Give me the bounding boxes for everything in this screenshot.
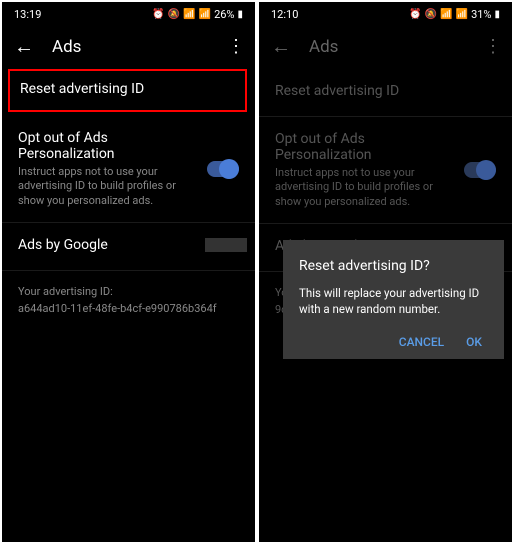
dialog-actions: CANCEL OK [299,335,488,349]
status-bar: 13:19 ⏰ 🔕 📶 📶 26% ▮ [2,2,255,24]
app-header: ← Ads ⋮ [259,24,512,69]
wifi-icon: 📶 [440,9,452,20]
dialog-title: Reset advertising ID? [299,258,488,274]
opt-out-subtitle: Instruct apps not to use your advertisin… [275,166,454,209]
app-header: ← Ads ⋮ [2,24,255,69]
page-title: Ads [309,37,466,57]
reset-advertising-id-row: Reset advertising ID [259,69,512,117]
opt-out-row: Opt out of Ads Personalization Instruct … [259,117,512,224]
battery-icon: ▮ [494,9,500,20]
opt-out-toggle [464,162,496,178]
status-time: 12:10 [271,8,298,21]
opt-out-subtitle: Instruct apps not to use your advertisin… [18,165,197,208]
battery-percent: 31% [471,8,491,21]
reset-confirm-dialog: Reset advertising ID? This will replace … [283,240,504,359]
opt-out-title: Opt out of Ads Personalization [275,131,454,163]
dialog-body: This will replace your advertising ID wi… [299,286,488,317]
opt-out-toggle[interactable] [207,161,239,177]
phone-screen-right: 12:10 ⏰ 🔕 📶 📶 31% ▮ ← Ads ⋮ Reset advert… [259,2,512,542]
cancel-button[interactable]: CANCEL [399,335,444,349]
overflow-menu-icon: ⋮ [484,36,500,57]
battery-icon: ▮ [237,9,243,20]
page-title: Ads [52,37,209,57]
redaction-block [205,238,247,252]
opt-out-title: Opt out of Ads Personalization [18,130,197,162]
reset-label: Reset advertising ID [20,81,235,97]
alarm-icon: ⏰ [409,9,421,20]
opt-out-row[interactable]: Opt out of Ads Personalization Instruct … [2,116,255,223]
ok-button[interactable]: OK [466,335,482,349]
phone-screen-left: 13:19 ⏰ 🔕 📶 📶 26% ▮ ← Ads ⋮ Reset advert… [2,2,255,542]
reset-label: Reset advertising ID [275,83,496,99]
ad-id-value: a644ad10-11ef-48fe-b4cf-e990786b364f [18,302,239,315]
back-arrow-icon[interactable]: ← [14,34,34,59]
mute-icon: 🔕 [168,9,180,20]
battery-percent: 26% [214,8,234,21]
status-time: 13:19 [14,8,41,21]
back-arrow-icon: ← [271,34,291,59]
wifi-icon: 📶 [183,9,195,20]
signal-icon: 📶 [199,9,211,20]
signal-icon: 📶 [456,9,468,20]
advertising-id-section: Your advertising ID: a644ad10-11ef-48fe-… [2,271,255,329]
ad-id-label: Your advertising ID: [18,285,239,298]
status-icons: ⏰ 🔕 📶 📶 26% ▮ [152,8,243,21]
reset-advertising-id-row[interactable]: Reset advertising ID [8,69,247,112]
overflow-menu-icon[interactable]: ⋮ [227,36,243,57]
alarm-icon: ⏰ [152,9,164,20]
status-bar: 12:10 ⏰ 🔕 📶 📶 31% ▮ [259,2,512,24]
mute-icon: 🔕 [425,9,437,20]
status-icons: ⏰ 🔕 📶 📶 31% ▮ [409,8,500,21]
